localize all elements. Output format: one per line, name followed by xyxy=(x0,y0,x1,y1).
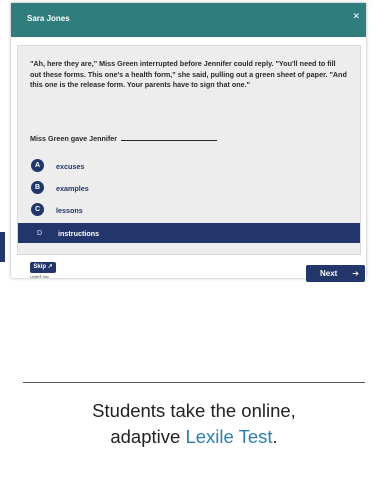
lexile-test-link: Lexile Test xyxy=(185,426,273,447)
caption-suffix: . xyxy=(272,426,278,447)
option-c-letter: C xyxy=(31,203,44,216)
divider xyxy=(23,382,365,383)
answer-option-a[interactable]: A excuses xyxy=(30,157,360,175)
reading-passage: "Ah, here they are," Miss Green interrup… xyxy=(30,59,347,89)
option-a-label: excuses xyxy=(56,162,85,171)
student-name: Sara Jones xyxy=(27,14,70,23)
test-window: Sara Jones ✕ "Ah, here they are," Miss G… xyxy=(11,3,366,279)
option-b-letter: B xyxy=(31,181,44,194)
option-a-letter: A xyxy=(31,159,44,172)
option-d-letter: D xyxy=(36,230,43,237)
answer-blank xyxy=(121,133,218,141)
skip-arrow-icon: ↗ xyxy=(47,264,53,270)
caption-line-1: Students take the online, xyxy=(92,400,296,421)
caption: Students take the online, adaptive Lexil… xyxy=(23,398,365,450)
next-label: Next xyxy=(320,269,338,278)
window-titlebar: Sara Jones ✕ xyxy=(11,3,366,37)
question-panel: "Ah, here they are," Miss Green interrup… xyxy=(17,45,361,255)
next-button[interactable]: Next ➔ xyxy=(306,265,365,282)
question-stem-text: Miss Green gave Jennifer xyxy=(30,134,118,143)
arrow-right-icon: ➔ xyxy=(352,269,359,278)
caption-prefix: adaptive xyxy=(110,426,186,447)
answer-option-d[interactable]: D instructions xyxy=(18,223,360,243)
answer-option-c[interactable]: C lessons xyxy=(30,201,360,219)
skip-button[interactable]: Skip ↗ xyxy=(30,262,56,273)
answer-option-b[interactable]: B examples xyxy=(30,179,360,197)
close-icon[interactable]: ✕ xyxy=(352,12,360,22)
lexile-info-link[interactable]: Lexile® Info xyxy=(30,275,49,279)
question-stem: Miss Green gave Jennifer xyxy=(30,133,218,143)
option-b-label: examples xyxy=(56,184,89,193)
option-d-label: instructions xyxy=(58,229,100,238)
caption-line-2: adaptive Lexile Test. xyxy=(23,424,365,450)
side-tab xyxy=(0,232,5,262)
skip-label: Skip xyxy=(33,264,46,270)
option-c-label: lessons xyxy=(56,206,83,215)
